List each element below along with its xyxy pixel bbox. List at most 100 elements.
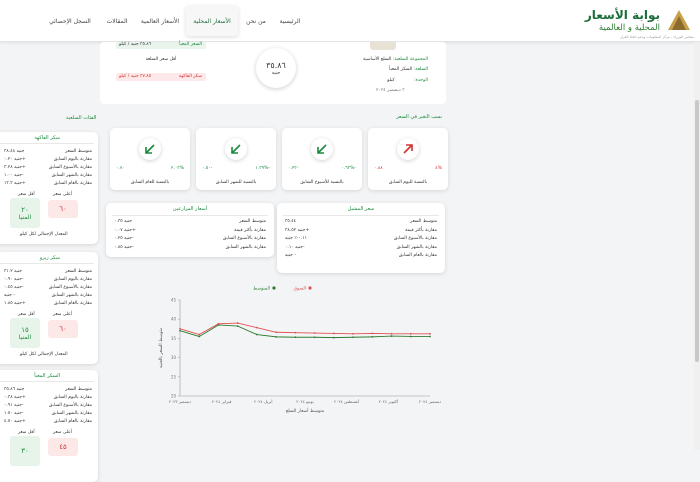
sidebar-row-value: جنيه ٠.٩١-: [4, 403, 24, 408]
summary-row: مقارنة بالأسبوع السابق جنيه ٠.٢٥-: [114, 236, 266, 243]
sidebar-row-label: مقارنة بالشهر السابق: [51, 173, 92, 178]
series-line: [179, 322, 430, 336]
nav-local-prices[interactable]: الأسعار المحلية: [186, 6, 238, 36]
summary-row-value: جنيه -: [285, 253, 296, 258]
price-circle: ٣٥.٨٦ جنيه: [256, 48, 296, 88]
cheapest-price-label: أقل سعر السلعة: [145, 57, 177, 62]
series-point: [332, 332, 335, 335]
series-point: [256, 326, 258, 329]
arrow-down-left-icon: [225, 138, 247, 160]
change-value: ٠.٨٨: [374, 166, 383, 171]
series-point: [217, 322, 220, 325]
commodity-sidebar-card[interactable]: سكر الفاكهة متوسط السعر جنيه ٣٨.٤٨ مقارنة ب…: [0, 132, 98, 244]
sidebar-row-value: جنيه ٤.٥٠+: [4, 419, 26, 424]
sidebar-row-label: مقارنة باليوم السابق: [53, 157, 92, 162]
sidebar-row: مقارنة بالأسبوع السابق جنيه ٠.٤٥-: [4, 285, 92, 292]
sidebar-row-label: مقارنة بالعام السابق: [53, 301, 92, 306]
summary-row: مقارنة بالعام السابق جنيه -: [285, 253, 437, 260]
nav-about[interactable]: من نحن: [236, 0, 276, 42]
series-point: [390, 332, 393, 335]
price-change-title: نسب التغير في السعر: [396, 114, 442, 120]
org-name: مجلس الوزراء - مركز المعلومات ودعم اتخاذ…: [620, 35, 694, 39]
summary-row-label: متوسط السعر: [239, 219, 266, 224]
series-point: [332, 336, 335, 339]
series-point: [409, 335, 412, 338]
sidebar-row: مقارنة بالشهر السابق جنيه ١.٥٠-: [4, 411, 92, 418]
y-tick-label: 25: [171, 374, 177, 379]
legend-label: السوق: [294, 287, 306, 292]
change-label: بالنسبة للأسبوع السابق: [300, 180, 344, 185]
change-card: ٠.٦٣%- ٠.٢٣- بالنسبة للأسبوع السابق: [282, 128, 362, 190]
min-price-box: ٢٠ المنيا: [10, 198, 40, 228]
series-point: [352, 336, 354, 339]
commodity-sidebar-card[interactable]: السكر المعبأ متوسط السعر جنيه ٣٥.٨٦ مقارنة …: [0, 370, 98, 482]
change-percent: ٤%: [435, 166, 442, 171]
nav-statistical-record[interactable]: السجل الإحصائي: [40, 0, 100, 42]
sidebar-row-value: جنيه ٣٨.٤٨: [4, 149, 25, 154]
sidebar-card-footer: المعدل الإجمالي لكل كيلو: [20, 232, 68, 237]
series-point: [371, 335, 374, 338]
change-value: ٠.٢٣-: [288, 166, 299, 171]
sidebar-row-label: مقارنة بالأسبوع السابق: [48, 403, 92, 408]
product-image: [370, 42, 396, 50]
scrollbar-thumb[interactable]: [695, 100, 699, 362]
sidebar-row-value: جنيه ٠.٩٠-: [4, 277, 24, 282]
arrow-down-left-icon: [311, 138, 333, 160]
series-point: [294, 331, 297, 334]
max-price-label: أعلى سعر: [53, 192, 73, 197]
nav-articles[interactable]: المقالات: [98, 0, 136, 42]
sidebar-row: مقارنة باليوم السابق جنيه ٠.٣٨+: [4, 395, 92, 402]
commodity-sidebar-card[interactable]: سكر زيرو متوسط السعر جنيه ٣١.٢ مقارنة باليو…: [0, 252, 98, 364]
y-tick-label: 40: [171, 317, 177, 322]
sidebar-row-label: مقارنة بالشهر السابق: [51, 411, 92, 416]
sidebar-row: مقارنة بالأسبوع السابق جنيه ٠.٩١-: [4, 403, 92, 410]
change-card: ٤% ٠.٨٨ بالنسبة لليوم السابق: [368, 128, 448, 190]
summary-row-label: مقارنة بالأسبوع السابق: [222, 236, 266, 241]
y-tick-label: 35: [171, 336, 177, 341]
series-point: [198, 335, 201, 338]
change-percent: ١.٣٩%-: [255, 166, 270, 171]
summary-row-label: مقارنة بأكثر قيمة: [234, 227, 266, 233]
series-point: [275, 335, 278, 338]
sidebar-row-label: مقارنة باليوم السابق: [53, 277, 92, 282]
series-point: [429, 335, 431, 338]
brand[interactable]: بوابة الأسعار المحلية و العالمية: [532, 6, 692, 38]
change-percent: ٢.٠٣%: [171, 166, 184, 171]
legend-label: المتوسط: [253, 287, 270, 292]
summary-row-value: جنيه ٠.٨٥-: [114, 244, 134, 250]
sidebar-row-value: جنيه ٠.٤٥-: [4, 285, 24, 290]
commodity-row: السلعة: السكر المعبأ: [389, 67, 428, 72]
change-label: بالنسبة للشهر السابق: [215, 180, 257, 185]
nav-global-prices[interactable]: الأسعار العالمية: [132, 0, 188, 42]
sidebar-row: متوسط السعر جنيه ٣١.٢: [4, 269, 92, 276]
series-point: [236, 322, 239, 324]
series-point: [352, 332, 354, 335]
sidebar-row-value: جنيه ١.٠٠-: [4, 173, 24, 178]
summary-row-label: مقارنة بالشهر السابق: [396, 244, 437, 250]
series-point: [256, 333, 258, 336]
sidebar-row-value: جنيه ٠.٣٨+: [4, 395, 26, 400]
sidebar-row-value: جنيه ١٣.٣+: [4, 181, 26, 186]
min-price-label: أقل سعر: [18, 430, 35, 435]
series-point: [294, 336, 297, 339]
arrow-up-right-icon: [397, 138, 419, 160]
sidebar-row: متوسط السعر جنيه ٣٨.٤٨: [4, 149, 92, 156]
summary-row: متوسط السعر جنيه ٠.٣٥: [114, 219, 266, 226]
series-point: [429, 332, 431, 335]
sidebar-row-label: مقارنة باليوم السابق: [53, 395, 92, 400]
summary-row-label: مقارنة بالشهر السابق: [225, 244, 266, 250]
summary-row-value: جنيه ٣٨.٥٢+: [285, 227, 310, 233]
page-scrollbar[interactable]: [694, 42, 700, 450]
summary-row-value: جنيه ٠.٢٥-: [114, 236, 134, 241]
max-price-box: ٦٠: [48, 200, 78, 218]
max-price-box: ٦٠: [48, 320, 78, 338]
series-point: [390, 335, 393, 337]
sidebar-row: مقارنة بالعام السابق جنيه ١.٨٥+: [4, 301, 92, 308]
legend-marker: [272, 286, 276, 290]
series-point: [236, 325, 239, 328]
sidebar-row: مقارنة بالأسبوع السابق جنيه ٣.٢٨+: [4, 165, 92, 172]
group-row: المجموعة السلعية: السلع الأساسية: [362, 57, 428, 62]
top-header: بوابة الأسعار المحلية و العالمية مجلس ال…: [0, 0, 700, 42]
change-percent: ٠.٦٣%-: [341, 166, 356, 171]
change-value: ٠.٧٠: [116, 166, 125, 171]
